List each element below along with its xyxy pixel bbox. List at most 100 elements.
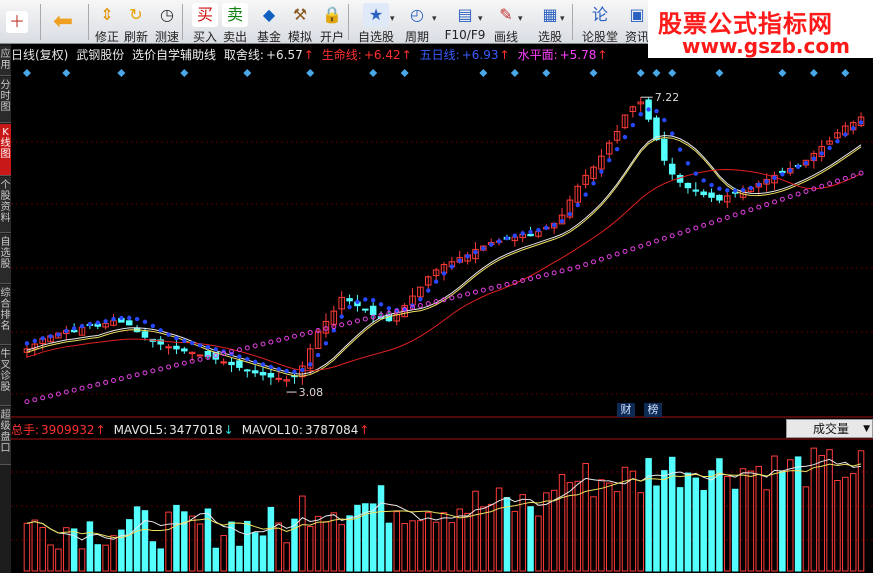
- dropdown-arrow-icon[interactable]: ▾: [560, 14, 565, 24]
- five-day-dot: [819, 151, 824, 156]
- five-day-dot: [158, 328, 163, 333]
- toolbar-button-back-arrow[interactable]: ⬅: [48, 1, 78, 43]
- water-level-circle: [472, 289, 478, 295]
- water-level-circle: [339, 322, 345, 328]
- toolbar-button-卖出[interactable]: 卖卖出: [220, 1, 250, 44]
- five-day-dot: [827, 145, 832, 151]
- dropdown-arrow-icon[interactable]: ▾: [478, 14, 483, 24]
- dropdown-arrow-icon[interactable]: ▾: [518, 14, 523, 24]
- left-tab-6[interactable]: 牛叉诊股: [0, 346, 11, 406]
- price-chart[interactable]: 7.22 3.08: [11, 62, 873, 418]
- candle-body: [228, 361, 235, 366]
- signal-diamond: [400, 69, 409, 77]
- toolbar-button-label: 买入: [192, 30, 217, 44]
- toolbar-button-周期[interactable]: ◴ 周期: [402, 1, 432, 44]
- indicator-value: +6.93: [461, 48, 499, 62]
- formula-name[interactable]: 选价自学辅助线: [132, 48, 216, 62]
- five-day-dot: [252, 359, 258, 365]
- volume-bar: [472, 490, 479, 572]
- toolbar-button-刷新[interactable]: ↻ 刷新: [121, 1, 151, 44]
- volume-bar: [487, 503, 495, 572]
- toolbar-button-买入[interactable]: 买买入: [190, 1, 220, 44]
- five-day-dot: [284, 368, 289, 374]
- left-tab-0[interactable]: 应用: [0, 46, 11, 76]
- volume-bar: [346, 515, 353, 572]
- volume-bar: [173, 504, 180, 572]
- indicator-selector[interactable]: 成交量 ▼: [786, 419, 873, 438]
- candle-body: [173, 345, 180, 350]
- volume-bar: [637, 492, 644, 572]
- toolbar-button-add-window[interactable]: ＋: [2, 1, 32, 43]
- water-level-circle: [693, 225, 699, 231]
- toolbar-button-论股堂[interactable]: 论论股堂: [578, 1, 622, 44]
- toolbar-button-测速[interactable]: ◷ 测速: [152, 1, 182, 44]
- volume-bar: [291, 518, 298, 572]
- volume-bar: [401, 523, 408, 572]
- candle-body: [716, 194, 723, 201]
- five-day-dot: [339, 314, 344, 319]
- five-day-dot: [166, 332, 171, 337]
- water-level-circle: [110, 378, 116, 384]
- period-label: 日线(复权): [11, 48, 69, 62]
- volume-bar: [763, 489, 770, 572]
- toolbar-button-模拟[interactable]: ⚒ 模拟: [285, 1, 315, 44]
- finance-badge[interactable]: 财: [617, 403, 635, 417]
- volume-bar: [464, 512, 471, 572]
- toolbar-button-基金[interactable]: ◆ 基金: [254, 1, 284, 44]
- water-level-circle: [244, 345, 250, 351]
- volume-bar: [110, 535, 117, 572]
- volume-bar: [212, 547, 220, 572]
- water-level-circle: [166, 364, 172, 370]
- five-day-dot: [150, 323, 156, 329]
- signal-diamond: [778, 69, 787, 77]
- left-tab-7[interactable]: 超级盘口: [0, 407, 11, 465]
- five-day-dot: [32, 338, 38, 344]
- stock-name[interactable]: 武钢股份: [76, 48, 124, 62]
- dropdown-arrow-icon[interactable]: ▾: [390, 14, 395, 24]
- water-level-circle: [142, 370, 148, 376]
- volume-bar: [684, 472, 692, 572]
- water-level-circle: [591, 259, 597, 265]
- volume-bar: [236, 545, 243, 572]
- dropdown-arrow-icon[interactable]: ▾: [432, 14, 437, 24]
- volume-bar: [86, 521, 94, 572]
- volume-bar: [794, 456, 802, 572]
- up-down-arrow-icon: ⇕: [100, 5, 114, 24]
- signal-diamond: [243, 69, 252, 77]
- down-arrow-icon: ↓: [223, 423, 234, 437]
- water-level-circle: [677, 230, 683, 236]
- signal-diamond: [589, 69, 598, 77]
- ranking-badge[interactable]: 榜: [644, 403, 662, 417]
- volume-bar: [432, 521, 440, 572]
- volume-bar: [739, 468, 747, 572]
- indicator-label: 取舍线:: [223, 48, 264, 62]
- toolbar-button-画线[interactable]: ✎ 画线: [491, 1, 521, 44]
- volume-bar: [94, 544, 102, 572]
- five-day-dot: [418, 297, 423, 302]
- left-tab-5[interactable]: 综合排名: [0, 285, 11, 345]
- five-day-dot: [756, 182, 761, 187]
- volume-chart[interactable]: [11, 438, 873, 573]
- toolbar-button-修正[interactable]: ⇕ 修正: [92, 1, 122, 44]
- volume-bar: [220, 534, 227, 572]
- volume-bar: [527, 506, 534, 572]
- period-clock-icon: ◴: [410, 5, 424, 24]
- volume-bar: [645, 458, 652, 572]
- indicator-item: 五日线: +6.93↑: [420, 48, 514, 62]
- signal-diamond: [636, 69, 645, 77]
- candle-body: [236, 360, 243, 368]
- volume-bar: [448, 522, 456, 572]
- five-day-dot: [481, 246, 486, 251]
- left-tab-3[interactable]: 个股资料: [0, 177, 11, 233]
- left-tab-1[interactable]: 分时图: [0, 77, 11, 123]
- water-level-circle: [103, 379, 109, 385]
- toolbar-button-开户[interactable]: 🔒 开户: [317, 1, 347, 44]
- five-day-dot: [95, 320, 100, 325]
- toolbar-separator: [40, 4, 41, 40]
- left-tab-2[interactable]: K线图: [0, 124, 11, 176]
- candle-body: [259, 371, 267, 376]
- volume-bar: [102, 544, 109, 572]
- refresh-icon: ↻: [129, 5, 143, 24]
- news-icon: ▣: [629, 5, 645, 24]
- left-tab-4[interactable]: 自选股: [0, 234, 11, 284]
